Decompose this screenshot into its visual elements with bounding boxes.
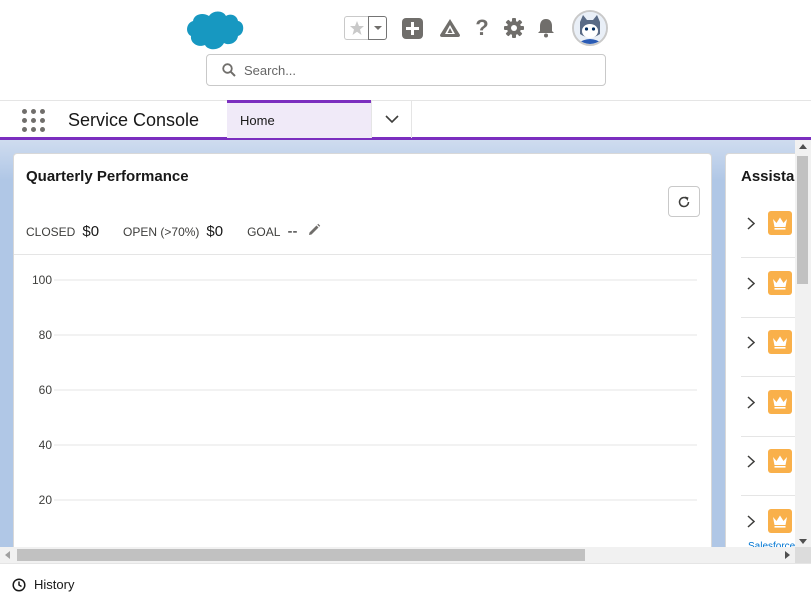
clock-icon xyxy=(12,577,26,592)
goal-label: GOAL xyxy=(247,225,281,239)
y-tick-label: 80 xyxy=(39,328,53,342)
chevron-right-icon[interactable] xyxy=(747,455,755,468)
tab-home[interactable]: Home xyxy=(227,100,371,138)
salesforce-logo[interactable] xyxy=(185,10,245,52)
global-actions-button[interactable] xyxy=(401,17,423,39)
app-navigation-bar: Service Console Home xyxy=(0,100,811,140)
favorite-star-button[interactable] xyxy=(344,16,368,40)
y-tick-label: 100 xyxy=(32,273,52,287)
chevron-right-icon[interactable] xyxy=(747,217,755,230)
favorites-group xyxy=(344,16,387,40)
open-value: $0 xyxy=(206,223,224,240)
vertical-scrollbar[interactable] xyxy=(795,140,811,548)
global-search[interactable] xyxy=(206,54,606,86)
refresh-button[interactable] xyxy=(668,186,700,217)
chart-svg: 100806040200 xyxy=(32,273,697,552)
history-utility-item[interactable]: History xyxy=(12,577,74,592)
avatar xyxy=(574,12,606,44)
help-button[interactable]: ? xyxy=(471,17,493,39)
user-avatar[interactable] xyxy=(572,10,608,46)
y-tick-label: 40 xyxy=(39,438,53,452)
help-icon: ? xyxy=(475,15,489,40)
gear-icon xyxy=(504,18,524,38)
card-title: Quarterly Performance xyxy=(26,168,189,185)
chevron-right-icon[interactable] xyxy=(747,515,755,528)
plus-icon xyxy=(401,17,423,39)
horizontal-scroll-thumb[interactable] xyxy=(17,549,585,561)
crown-icon xyxy=(768,330,792,355)
favorites-list-button[interactable] xyxy=(368,16,387,40)
tab-home-label: Home xyxy=(240,113,275,128)
utility-bar: History xyxy=(0,563,811,604)
crown-icon xyxy=(768,449,792,474)
crown-icon xyxy=(768,509,792,533)
closed-label: CLOSED xyxy=(26,225,76,239)
crown-icon xyxy=(768,270,792,295)
trailhead-icon xyxy=(440,19,460,37)
scroll-down-arrow-icon[interactable] xyxy=(799,539,807,545)
vertical-scroll-thumb[interactable] xyxy=(797,156,808,284)
edit-goal-button[interactable] xyxy=(307,223,321,240)
search-icon xyxy=(222,63,236,77)
notifications-button[interactable] xyxy=(535,17,557,39)
chevron-down-icon xyxy=(373,26,382,30)
global-header: ? xyxy=(0,0,811,101)
performance-stats: CLOSED $0 OPEN (>70%) $0 GOAL -- xyxy=(26,222,321,240)
open-label: OPEN (>70%) xyxy=(123,225,200,239)
crown-icon xyxy=(768,389,792,414)
star-icon xyxy=(349,21,364,35)
goal-value: -- xyxy=(287,223,298,240)
refresh-icon xyxy=(678,196,690,207)
crown-icon xyxy=(768,211,792,235)
quarterly-performance-card: Quarterly Performance CLOSED $0 OPEN (>7… xyxy=(13,153,712,553)
performance-chart: 100806040200 xyxy=(14,255,711,552)
scroll-right-arrow-icon[interactable] xyxy=(785,551,791,559)
app-name: Service Console xyxy=(68,110,200,130)
setup-button[interactable] xyxy=(503,17,525,39)
closed-value: $0 xyxy=(82,223,100,240)
chevron-right-icon[interactable] xyxy=(747,336,755,349)
pencil-icon xyxy=(309,223,321,235)
tab-overflow-button[interactable] xyxy=(371,101,412,138)
bell-icon xyxy=(538,19,554,38)
search-input[interactable] xyxy=(244,62,584,78)
history-label: History xyxy=(34,577,75,592)
app-launcher-button[interactable] xyxy=(22,109,46,133)
trailhead-button[interactable] xyxy=(439,17,461,39)
scrollbar-corner xyxy=(795,547,811,563)
chevron-down-icon xyxy=(384,115,399,124)
horizontal-scrollbar[interactable] xyxy=(0,547,795,563)
scroll-left-arrow-icon[interactable] xyxy=(4,551,10,559)
scroll-up-arrow-icon[interactable] xyxy=(799,143,807,149)
y-tick-label: 20 xyxy=(39,493,53,507)
chevron-right-icon[interactable] xyxy=(747,277,755,290)
chevron-right-icon[interactable] xyxy=(747,396,755,409)
y-tick-label: 60 xyxy=(39,383,53,397)
